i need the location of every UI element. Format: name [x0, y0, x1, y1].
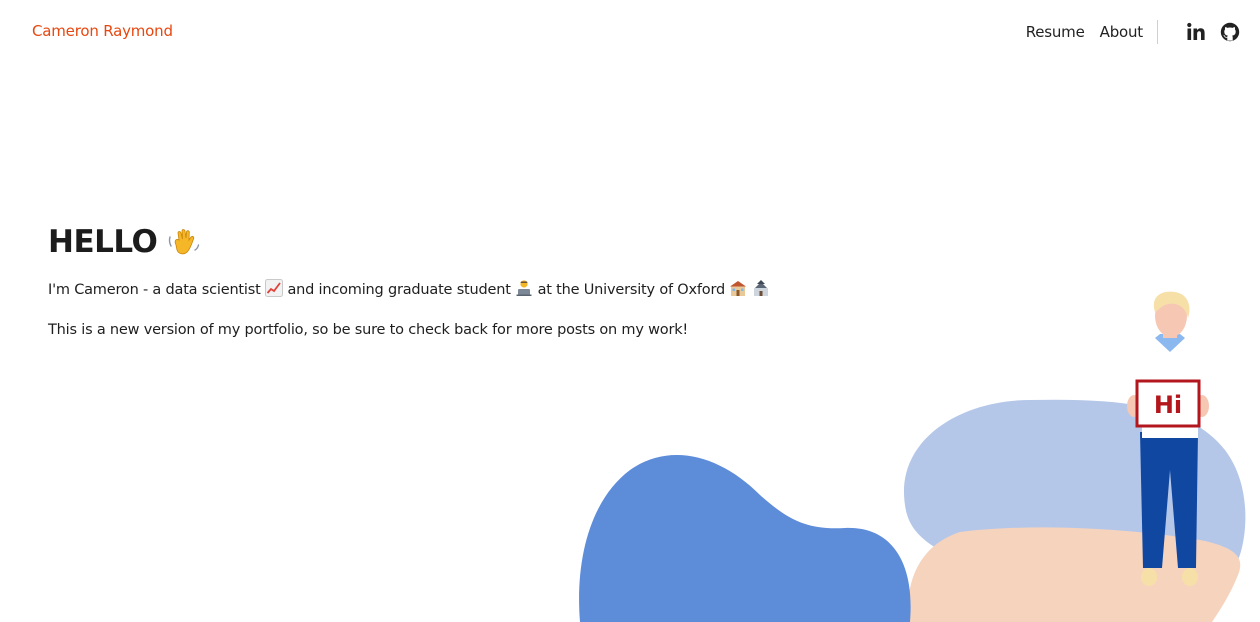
hero-heading: HELLO	[48, 222, 808, 262]
linkedin-icon[interactable]	[1186, 22, 1206, 42]
collar	[1155, 334, 1185, 352]
top-nav: Resume About	[1026, 18, 1240, 46]
school-building-icon	[730, 281, 747, 296]
hero-section: HELLO I'm Cameron - a data scientist and…	[48, 222, 808, 340]
github-icon[interactable]	[1220, 22, 1240, 42]
chart-increasing-icon	[265, 279, 284, 297]
student-at-laptop-icon	[516, 280, 532, 296]
nav-divider	[1157, 20, 1158, 44]
right-hand	[1195, 395, 1209, 417]
waving-hand-icon	[169, 229, 200, 255]
nav-about-link[interactable]: About	[1100, 23, 1144, 41]
person-figure: Hi	[1127, 291, 1209, 586]
neck	[1163, 322, 1177, 338]
pants	[1140, 432, 1198, 568]
intro-part-3: at the University of Oxford	[537, 282, 726, 298]
intro-part-1: I'm Cameron - a data scientist	[48, 282, 261, 298]
shirt	[1142, 336, 1198, 438]
right-shoe	[1182, 568, 1198, 586]
left-shoe	[1141, 568, 1157, 586]
nav-resume-link[interactable]: Resume	[1026, 23, 1085, 41]
body-text: This is a new version of my portfolio, s…	[48, 322, 689, 338]
left-hand	[1127, 395, 1141, 417]
hair	[1153, 291, 1190, 318]
castle-icon	[753, 280, 768, 296]
hero-heading-text: HELLO	[48, 224, 158, 260]
peach-blob	[907, 527, 1241, 622]
site-title-link[interactable]: Cameron Raymond	[32, 22, 173, 40]
hi-sign	[1135, 379, 1201, 428]
intro-text: I'm Cameron - a data scientist and incom…	[48, 279, 808, 300]
light-blue-blob	[903, 399, 1246, 560]
head	[1155, 295, 1187, 337]
blue-blob	[579, 455, 911, 622]
intro-part-2: and incoming graduate student	[287, 282, 511, 298]
hi-sign-text: Hi	[1154, 391, 1182, 419]
page: Hi Cameron Raymond Resume About HELLO I'…	[0, 0, 1260, 622]
